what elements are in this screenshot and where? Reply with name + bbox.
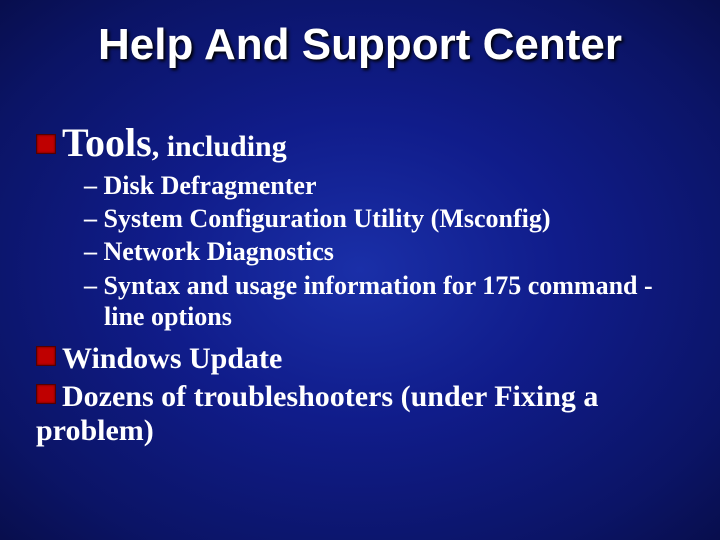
dash-icon: – bbox=[84, 271, 104, 300]
sublist-tools: – Disk Defragmenter – System Configurati… bbox=[80, 170, 690, 332]
sub-item: – Syntax and usage information for 175 c… bbox=[80, 270, 690, 332]
sub-item: – System Configuration Utility (Msconfig… bbox=[80, 203, 690, 234]
bullet-text-suffix: , including bbox=[152, 130, 287, 163]
bullet-text: Windows Update bbox=[62, 342, 282, 375]
sub-item: – Network Diagnostics bbox=[80, 236, 690, 267]
slide-body: Tools, including – Disk Defragmenter – S… bbox=[36, 115, 690, 452]
dash-icon: – bbox=[84, 204, 104, 233]
bullet-item-troubleshooters: Dozens of troubleshooters (under Fixing … bbox=[36, 380, 690, 448]
dash-icon: – bbox=[84, 171, 104, 200]
bullet-text-prefix: Tools bbox=[62, 120, 152, 165]
bullet-text: Dozens of troubleshooters (under Fixing … bbox=[36, 380, 598, 447]
dash-icon: – bbox=[84, 237, 104, 266]
square-bullet-icon bbox=[36, 384, 56, 404]
slide-title: Help And Support Center bbox=[0, 20, 720, 70]
sub-item-text: Syntax and usage information for 175 com… bbox=[104, 271, 653, 331]
sub-item-text: Disk Defragmenter bbox=[104, 171, 317, 200]
slide: Help And Support Center Tools, including… bbox=[0, 0, 720, 540]
sub-item-text: System Configuration Utility (Msconfig) bbox=[104, 204, 551, 233]
bullet-item-tools: Tools, including bbox=[36, 119, 690, 166]
bullet-item-windows-update: Windows Update bbox=[36, 342, 690, 376]
sub-item: – Disk Defragmenter bbox=[80, 170, 690, 201]
square-bullet-icon bbox=[36, 134, 56, 154]
sub-item-text: Network Diagnostics bbox=[104, 237, 334, 266]
square-bullet-icon bbox=[36, 346, 56, 366]
